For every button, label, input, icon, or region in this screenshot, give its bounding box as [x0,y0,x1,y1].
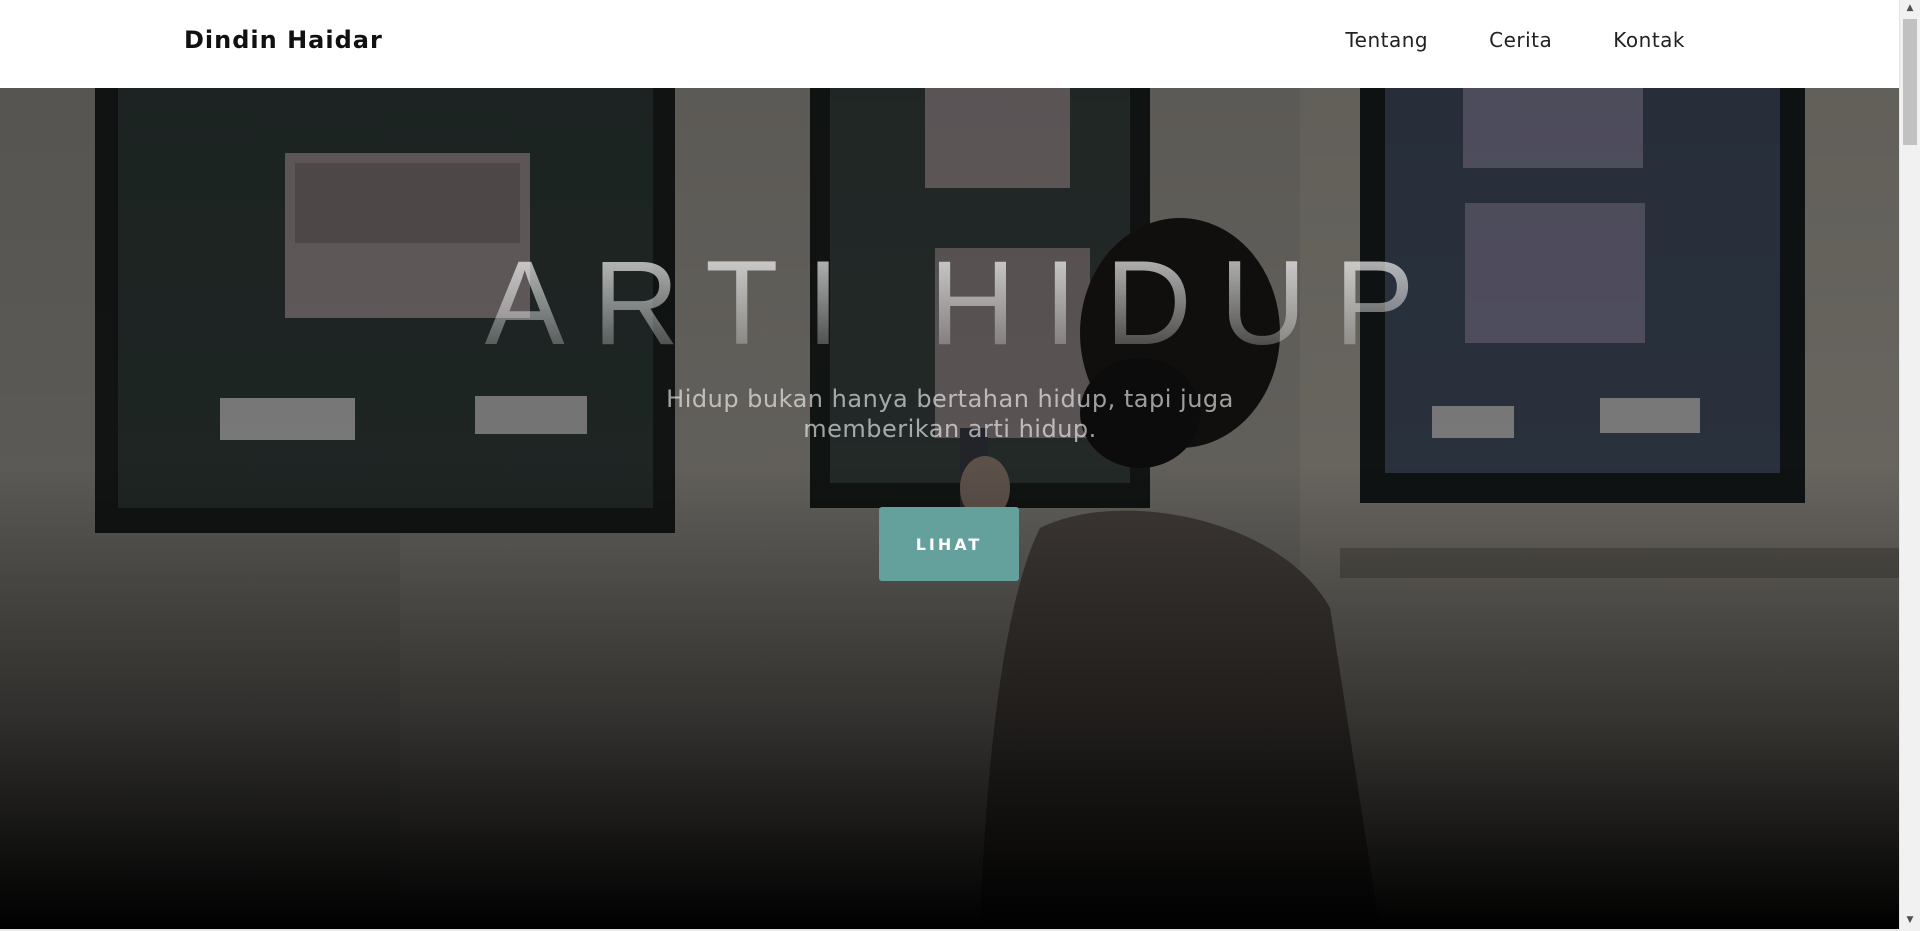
brand-logo[interactable]: Dindin Haidar [184,26,383,54]
nav-links: Tentang Cerita Kontak [1345,28,1685,52]
nav-link-cerita[interactable]: Cerita [1489,28,1552,52]
hero-title: ARTI HIDUP [0,243,1899,363]
hero-subtitle: Hidup bukan hanya bertahan hidup, tapi j… [666,385,1234,443]
page: Dindin Haidar Tentang Cerita Kontak ARTI… [0,0,1920,931]
vertical-scrollbar[interactable]: ▲ ▼ [1899,0,1920,931]
hero-section: ARTI HIDUP Hidup bukan hanya bertahan hi… [0,88,1899,929]
scroll-up-arrow-icon[interactable]: ▲ [1900,0,1920,17]
scrollbar-thumb[interactable] [1903,19,1917,145]
navbar: Dindin Haidar Tentang Cerita Kontak [0,0,1899,88]
nav-link-tentang[interactable]: Tentang [1345,28,1428,52]
lihat-button[interactable]: LIHAT [879,507,1019,581]
nav-link-kontak[interactable]: Kontak [1613,28,1685,52]
scroll-down-arrow-icon[interactable]: ▼ [1900,912,1920,929]
